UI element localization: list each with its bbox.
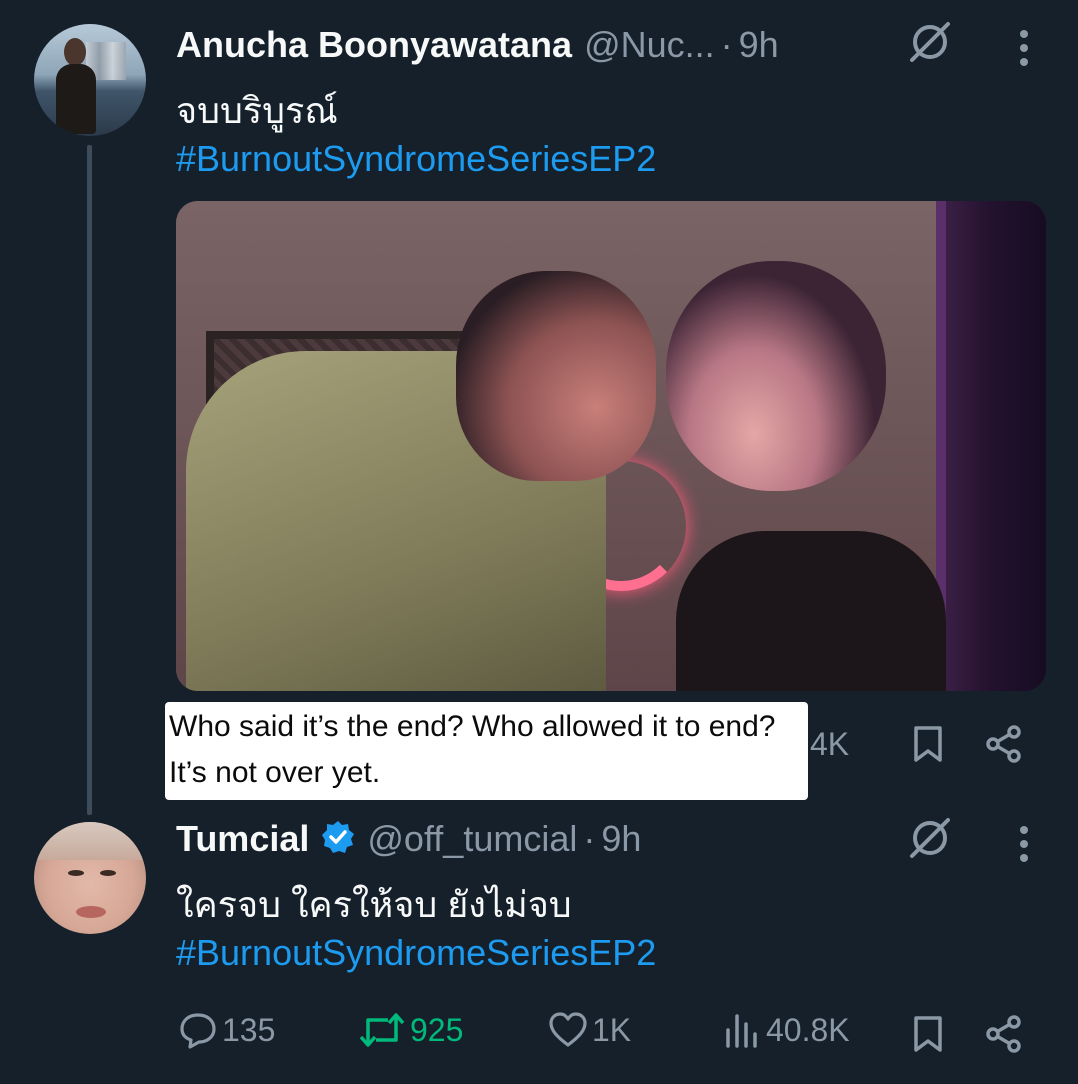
tweet-media-image[interactable] <box>176 201 1046 691</box>
views-count-partial: 4K <box>810 726 850 762</box>
share-icon[interactable] <box>984 1014 1024 1054</box>
verified-badge-icon <box>322 821 355 853</box>
tweet-header: Tumcial @off_tumcial · 9h <box>176 818 641 860</box>
display-name[interactable]: Anucha Boonyawatana <box>176 24 572 66</box>
heart-icon <box>549 1012 587 1047</box>
repost-count: 925 <box>410 1011 464 1048</box>
translation-overlay: Who said it’s the end? Who allowed it to… <box>165 702 808 800</box>
views-count: 40.8K <box>766 1011 850 1048</box>
bookmark-icon[interactable] <box>908 724 948 764</box>
views-button[interactable]: 40.8K <box>722 1010 850 1050</box>
share-icon[interactable] <box>984 724 1024 764</box>
tweet-text: จบบริบูรณ์ <box>176 90 338 131</box>
like-count: 1K <box>592 1011 632 1048</box>
reply-button[interactable]: 135 <box>178 1010 275 1050</box>
tweet-actions: 135 925 1K 40.8K <box>0 1004 1078 1058</box>
grok-icon[interactable] <box>906 814 954 862</box>
repost-icon <box>359 1013 405 1047</box>
avatar[interactable] <box>34 822 146 934</box>
separator-dot: · <box>583 818 596 859</box>
like-button[interactable]: 1K <box>548 1010 631 1050</box>
user-handle[interactable]: @Nuc... <box>584 24 715 66</box>
reply-icon <box>180 1013 216 1049</box>
repost-button[interactable]: 925 <box>358 1010 463 1050</box>
tweet-text: ใครจบ ใครให้จบ ยังไม่จบ <box>176 884 572 925</box>
more-options-icon[interactable] <box>1018 28 1030 68</box>
display-name[interactable]: Tumcial <box>176 818 309 860</box>
views-chart-icon <box>726 1014 757 1048</box>
grok-icon[interactable] <box>906 18 954 66</box>
timestamp[interactable]: 9h <box>601 818 641 860</box>
timestamp[interactable]: 9h <box>739 24 779 66</box>
user-handle[interactable]: @off_tumcial <box>367 818 577 860</box>
avatar[interactable] <box>34 24 146 136</box>
reply-count: 135 <box>222 1011 276 1048</box>
bookmark-icon[interactable] <box>908 1014 948 1054</box>
hashtag-link[interactable]: #BurnoutSyndromeSeriesEP2 <box>176 138 656 180</box>
separator-dot: · <box>720 24 733 65</box>
hashtag-link[interactable]: #BurnoutSyndromeSeriesEP2 <box>176 932 656 974</box>
thread-connector-line <box>87 145 92 815</box>
tweet-header: Anucha Boonyawatana @Nuc... · 9h <box>176 24 779 66</box>
more-options-icon[interactable] <box>1018 824 1030 864</box>
